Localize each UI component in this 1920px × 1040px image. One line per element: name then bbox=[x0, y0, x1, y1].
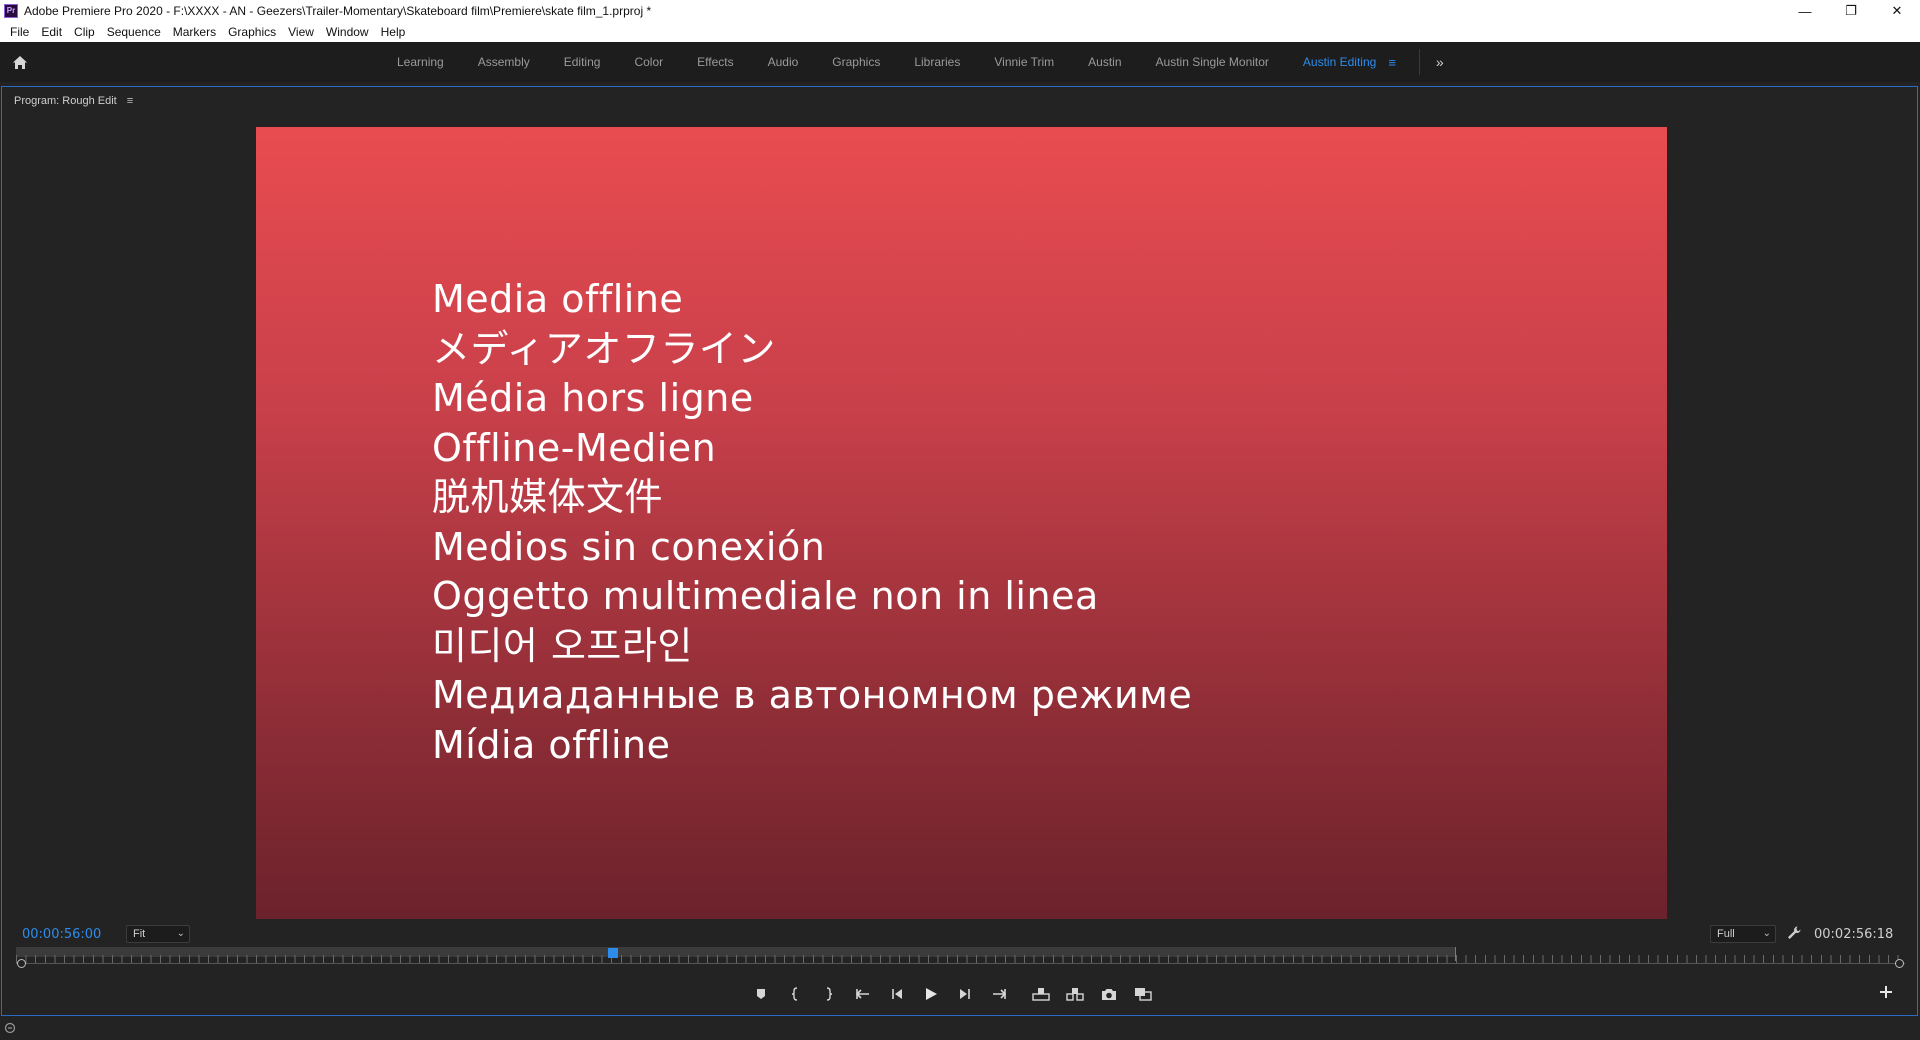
lift-button[interactable] bbox=[1030, 983, 1052, 1005]
button-editor-button[interactable] bbox=[1879, 985, 1895, 1001]
mark-out-button[interactable] bbox=[818, 983, 840, 1005]
step-forward-icon bbox=[960, 989, 970, 999]
step-back-button[interactable] bbox=[886, 983, 908, 1005]
panel-header: Program: Rough Edit ≡ bbox=[14, 93, 133, 109]
home-button[interactable] bbox=[0, 42, 40, 82]
chevron-down-icon: ⌄ bbox=[176, 928, 185, 939]
close-button[interactable]: ✕ bbox=[1874, 0, 1920, 22]
title-bar: Pr Adobe Premiere Pro 2020 - F:\XXXX - A… bbox=[0, 0, 1920, 22]
ruler-baseline bbox=[16, 963, 1905, 964]
workspace-bar: Learning Assembly Editing Color Effects … bbox=[0, 42, 1920, 82]
status-indicator-icon[interactable] bbox=[4, 1022, 16, 1034]
play-button[interactable] bbox=[920, 983, 942, 1005]
restore-button[interactable]: ❐ bbox=[1828, 0, 1874, 22]
tab-audio[interactable]: Audio bbox=[751, 55, 816, 69]
tab-libraries[interactable]: Libraries bbox=[897, 55, 977, 69]
menu-clip[interactable]: Clip bbox=[68, 25, 101, 39]
playback-resolution-select[interactable]: Full ⌄ bbox=[1710, 925, 1776, 943]
export-frame-button[interactable] bbox=[1098, 983, 1120, 1005]
offline-line-es: Medios sin conexión bbox=[432, 524, 826, 569]
media-offline-message: Media offline メディアオフライン Média hors ligne… bbox=[432, 275, 1192, 770]
go-to-out-icon bbox=[993, 989, 1007, 999]
go-to-out-button[interactable] bbox=[988, 983, 1010, 1005]
go-to-in-icon bbox=[855, 989, 869, 999]
time-ruler[interactable] bbox=[16, 947, 1905, 971]
offline-line-de: Offline-Medien bbox=[432, 425, 717, 470]
tab-learning[interactable]: Learning bbox=[380, 55, 461, 69]
zoom-scroll-handle-right[interactable] bbox=[1895, 959, 1904, 968]
program-monitor-panel: Program: Rough Edit ≡ Media offline メディア… bbox=[1, 86, 1918, 1016]
tab-vinnie-trim[interactable]: Vinnie Trim bbox=[977, 55, 1071, 69]
add-marker-button[interactable] bbox=[750, 983, 772, 1005]
tab-austin-single-monitor[interactable]: Austin Single Monitor bbox=[1139, 55, 1286, 69]
workspace-divider bbox=[1418, 49, 1420, 75]
step-forward-button[interactable] bbox=[954, 983, 976, 1005]
wrench-icon bbox=[1788, 926, 1801, 939]
camera-icon bbox=[1102, 989, 1116, 1000]
mark-in-button[interactable] bbox=[784, 983, 806, 1005]
duration-timecode: 00:02:56:18 bbox=[1814, 927, 1894, 942]
offline-line-zh: 脱机媒体文件 bbox=[432, 475, 664, 519]
go-to-in-button[interactable] bbox=[852, 983, 874, 1005]
settings-button[interactable] bbox=[1786, 925, 1804, 943]
play-icon bbox=[926, 988, 937, 1000]
offline-line-pt: Mídia offline bbox=[432, 722, 671, 767]
plus-icon bbox=[1880, 986, 1892, 998]
step-back-icon bbox=[892, 989, 902, 999]
menu-view[interactable]: View bbox=[282, 25, 320, 39]
offline-line-it: Oggetto multimediale non in linea bbox=[432, 574, 1099, 618]
marker-icon bbox=[757, 989, 765, 999]
menu-bar: File Edit Clip Sequence Markers Graphics… bbox=[0, 22, 1920, 42]
tab-graphics[interactable]: Graphics bbox=[815, 55, 897, 69]
zoom-level-value: Fit bbox=[133, 928, 146, 940]
tab-assembly[interactable]: Assembly bbox=[461, 55, 547, 69]
tab-austin-editing[interactable]: Austin Editing ≡ bbox=[1286, 55, 1413, 70]
home-icon bbox=[13, 55, 27, 69]
workspace-tabs: Learning Assembly Editing Color Effects … bbox=[380, 42, 1454, 82]
transport-controls bbox=[750, 983, 1166, 1005]
menu-window[interactable]: Window bbox=[320, 25, 375, 39]
extract-button[interactable] bbox=[1064, 983, 1086, 1005]
lift-icon bbox=[1032, 988, 1050, 1001]
offline-line-en: Media offline bbox=[432, 277, 684, 321]
workspace-overflow-icon[interactable]: » bbox=[1426, 54, 1454, 70]
workspace-menu-icon[interactable]: ≡ bbox=[1388, 55, 1396, 70]
tab-effects[interactable]: Effects bbox=[680, 55, 750, 69]
chevron-down-icon: ⌄ bbox=[1762, 928, 1771, 939]
menu-sequence[interactable]: Sequence bbox=[101, 25, 167, 39]
playhead-marker[interactable] bbox=[607, 948, 618, 958]
offline-line-ru: Медиаданные в автономном режиме bbox=[432, 673, 1193, 717]
mark-out-icon bbox=[826, 987, 833, 1001]
comparison-view-button[interactable] bbox=[1132, 983, 1154, 1005]
menu-graphics[interactable]: Graphics bbox=[222, 25, 282, 39]
extract-icon bbox=[1066, 988, 1084, 1001]
menu-help[interactable]: Help bbox=[375, 25, 412, 39]
panel-menu-icon[interactable]: ≡ bbox=[127, 95, 133, 107]
window-controls: — ❐ ✕ bbox=[1782, 0, 1920, 22]
program-video-frame[interactable]: Media offline メディアオフライン Média hors ligne… bbox=[256, 127, 1667, 919]
offline-line-ja: メディアオフライン bbox=[432, 326, 776, 371]
zoom-scroll-handle-left[interactable] bbox=[17, 959, 26, 968]
comparison-view-icon bbox=[1135, 988, 1152, 1001]
tab-color[interactable]: Color bbox=[617, 55, 680, 69]
playback-resolution-value: Full bbox=[1717, 928, 1735, 940]
menu-edit[interactable]: Edit bbox=[35, 25, 68, 39]
menu-markers[interactable]: Markers bbox=[167, 25, 222, 39]
menu-file[interactable]: File bbox=[4, 25, 35, 39]
ruler-ticks bbox=[16, 955, 1905, 963]
tab-editing[interactable]: Editing bbox=[547, 55, 618, 69]
minimize-button[interactable]: — bbox=[1782, 0, 1828, 22]
zoom-level-select[interactable]: Fit ⌄ bbox=[126, 925, 190, 943]
panel-title[interactable]: Program: Rough Edit bbox=[14, 95, 117, 107]
playhead-timecode[interactable]: 00:00:56:00 bbox=[22, 927, 101, 942]
status-bar bbox=[0, 1016, 1920, 1040]
premiere-app-icon: Pr bbox=[4, 4, 18, 18]
tab-austin[interactable]: Austin bbox=[1071, 55, 1138, 69]
mark-in-icon bbox=[791, 987, 798, 1001]
offline-line-ko: 미디어 오프라인 bbox=[432, 623, 693, 668]
tab-austin-editing-label: Austin Editing bbox=[1302, 55, 1377, 69]
offline-line-fr: Média hors ligne bbox=[432, 376, 754, 420]
window-title: Adobe Premiere Pro 2020 - F:\XXXX - AN -… bbox=[24, 4, 652, 18]
